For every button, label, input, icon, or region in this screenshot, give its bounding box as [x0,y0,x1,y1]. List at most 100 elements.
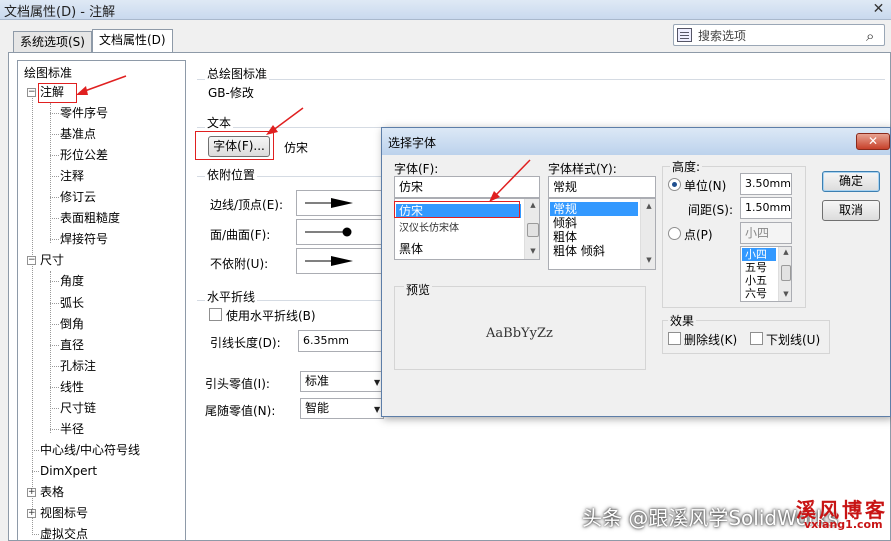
dialog-title: 选择字体 [388,136,437,150]
tree-connector [32,534,39,536]
tree-item[interactable]: 尺寸 [40,250,64,270]
search-box[interactable]: 搜索选项 ⌕ [673,24,885,46]
expand-icon[interactable]: + [27,487,36,497]
annotation-highlight-box [195,131,274,160]
point-list[interactable]: 小四 五号 小五 六号 ▲ ▼ [740,246,792,302]
tree-connector [50,323,59,325]
tab-system-options[interactable]: 系统选项(S) [13,31,92,52]
style-list[interactable]: 常规 倾斜 粗体 粗体 倾斜 ▲ ▼ [548,198,656,270]
scroll-thumb[interactable] [781,265,791,281]
point-list-scrollbar[interactable]: ▲ ▼ [778,247,791,301]
trailing-zeros-value: 智能 [305,401,330,415]
overall-standard-value: GB-修改 [208,86,254,100]
scroll-down-icon[interactable]: ▼ [779,290,791,298]
tree-connector [50,386,59,388]
tree-item[interactable]: 角度 [60,271,84,291]
tree-item[interactable]: DimXpert [40,461,97,481]
tree-item[interactable]: 线性 [60,377,84,397]
font-label: 字体(F): [394,162,439,176]
tree-item[interactable]: 弧长 [60,293,84,313]
scroll-up-icon[interactable]: ▲ [525,201,539,209]
trailing-zeros-select[interactable]: 智能 ▼ [300,398,384,419]
strikeout-checkbox[interactable] [668,332,681,345]
scroll-up-icon[interactable]: ▲ [641,202,655,210]
annotation-highlight-box [38,83,77,103]
tree-item[interactable]: 尺寸链 [60,398,96,418]
tree-item[interactable]: 视图标号 [40,503,88,523]
font-list-scrollbar[interactable]: ▲ ▼ [524,199,539,259]
tree-root[interactable]: 绘图标准 [24,63,72,83]
tree-item[interactable]: 半径 [60,419,84,439]
tree-item[interactable]: 表面粗糙度 [60,208,120,228]
font-value: 仿宋 [284,141,309,155]
tree-item[interactable]: 焊接符号 [60,229,108,249]
window-title: 文档属性(D) - 注解 [4,5,116,20]
search-input[interactable]: 搜索选项 [698,27,746,44]
scroll-down-icon[interactable]: ▼ [641,256,655,264]
point-radio[interactable] [668,227,681,240]
list-item[interactable]: 倾斜 [550,216,638,230]
window-close-button[interactable]: ✕ [866,0,891,18]
magnifier-icon[interactable]: ⌕ [866,27,874,45]
expand-icon[interactable]: + [27,509,36,518]
scroll-thumb[interactable] [527,223,539,237]
tree-connector [50,344,59,346]
tree-item[interactable]: 虚拟交点 [40,524,88,540]
attach-face-arrow-picker[interactable] [296,219,382,245]
tab-document-properties[interactable]: 文档属性(D) [92,29,173,52]
font-input[interactable]: 仿宋 [394,176,540,198]
scroll-up-icon[interactable]: ▲ [779,248,791,256]
attachment-group-label: 依附位置 [205,166,258,183]
list-item[interactable]: 常规 [550,202,638,216]
dialog-close-button[interactable]: ✕ [856,133,890,150]
collapse-icon[interactable]: − [27,256,36,266]
list-item[interactable]: 黑体 [396,242,521,256]
tree-item[interactable]: 修订云 [60,187,96,207]
list-item[interactable]: 汉仪长仿宋体 [396,222,521,236]
attach-edge-label: 边线/顶点(E): [210,198,284,212]
unit-radio[interactable] [668,178,681,191]
style-input[interactable]: 常规 [548,176,656,198]
tree-item[interactable]: 形位公差 [60,145,108,165]
list-item[interactable]: 小四 [742,248,776,261]
spacing-input[interactable]: 1.50mm [740,197,792,219]
preview-label: 预览 [404,281,433,298]
tree-connector [50,239,59,241]
attach-edge-arrow-picker[interactable] [296,190,382,216]
dialog-titlebar: 选择字体 ✕ [382,128,890,155]
chevron-down-icon: ▼ [374,405,381,414]
list-item[interactable]: 粗体 [550,230,638,244]
scroll-down-icon[interactable]: ▼ [525,247,539,255]
effects-label: 效果 [668,312,697,329]
list-item[interactable]: 小五 [742,274,776,287]
tree-item[interactable]: 零件序号 [60,103,108,123]
use-bent-leader-checkbox[interactable] [209,308,222,321]
unit-label: 单位(N) [684,179,727,193]
underline-checkbox[interactable] [750,332,763,345]
list-item[interactable]: 粗体 倾斜 [550,244,638,258]
list-item[interactable]: 六号 [742,287,776,300]
text-group-label: 文本 [205,114,234,131]
tree-item[interactable]: 中心线/中心符号线 [40,440,140,460]
tree-item[interactable]: 倒角 [60,314,84,334]
tree-connector [50,218,59,220]
list-item[interactable]: 五号 [742,261,776,274]
tree-connector [50,281,59,283]
ok-button[interactable]: 确定 [822,171,880,192]
tree-connector [32,95,33,535]
tree-item[interactable]: 孔标注 [60,356,96,376]
unit-input[interactable]: 3.50mm [740,173,792,195]
point-input[interactable]: 小四 [740,222,792,244]
attach-none-arrow-picker[interactable] [296,248,382,274]
collapse-icon[interactable]: − [27,88,36,97]
tree-item[interactable]: 表格 [40,482,64,502]
leader-length-input[interactable]: 6.35mm [298,330,382,352]
tree-item[interactable]: 注释 [60,166,84,186]
tree-item[interactable]: 直径 [60,335,84,355]
tree-item[interactable]: 基准点 [60,124,96,144]
style-list-scrollbar[interactable]: ▲ ▼ [640,199,655,269]
leading-zeros-select[interactable]: 标准 ▼ [300,371,384,392]
annotation-highlight-box [394,201,520,218]
cancel-button[interactable]: 取消 [822,200,880,221]
tree-connector [50,155,59,157]
